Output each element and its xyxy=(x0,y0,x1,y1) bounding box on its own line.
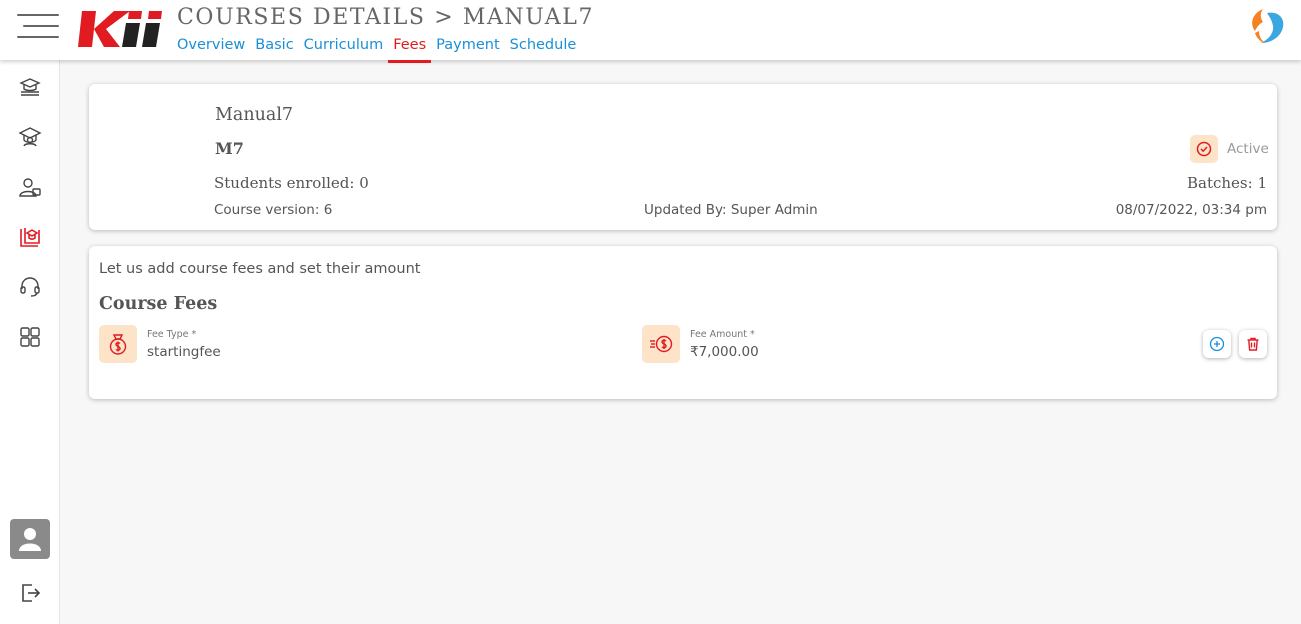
status-badge: Active xyxy=(1227,141,1269,157)
course-library-icon[interactable] xyxy=(18,225,42,249)
delete-fee-button[interactable] xyxy=(1239,330,1267,358)
fees-intro-text: Let us add course fees and set their amo… xyxy=(99,261,421,277)
tab-payment[interactable]: Payment xyxy=(431,36,504,60)
kii-logo[interactable] xyxy=(76,9,164,49)
course-code: M7 xyxy=(215,139,244,158)
dashboard-grid-icon[interactable] xyxy=(18,325,42,349)
tab-schedule[interactable]: Schedule xyxy=(505,36,582,60)
tab-overview[interactable]: Overview xyxy=(172,36,250,60)
top-header: COURSES DETAILS > MANUAL7 Overview Basic… xyxy=(0,0,1301,63)
plus-circle-icon xyxy=(1209,336,1225,352)
students-enrolled: Students enrolled: 0 xyxy=(214,174,369,192)
course-version: Course version: 6 xyxy=(214,202,333,218)
brand-swirl-icon xyxy=(1252,9,1284,43)
tab-curriculum[interactable]: Curriculum xyxy=(299,36,389,60)
course-name: Manual7 xyxy=(215,105,294,125)
graduate-icon[interactable] xyxy=(18,125,42,149)
course-fees-card: Let us add course fees and set their amo… xyxy=(89,246,1277,399)
course-summary-card: Manual7 M7 Students enrolled: 0 Course v… xyxy=(89,84,1277,230)
fee-amount-label: Fee Amount * xyxy=(690,329,755,340)
menu-toggle-icon[interactable] xyxy=(17,13,59,39)
fee-amount-coin-icon xyxy=(642,325,680,363)
headset-icon[interactable] xyxy=(18,275,42,299)
course-fees-title: Course Fees xyxy=(99,294,218,314)
course-tabs: Overview Basic Curriculum Fees Payment S… xyxy=(172,36,582,63)
user-avatar[interactable] xyxy=(10,519,50,559)
fee-amount-field[interactable]: ₹7,000.00 xyxy=(690,344,759,360)
status-check-icon xyxy=(1190,135,1218,163)
updated-date: 08/07/2022, 03:34 pm xyxy=(1115,202,1267,218)
user-avatar-icon xyxy=(19,528,41,551)
add-fee-button[interactable] xyxy=(1203,330,1231,358)
user-badge-icon[interactable] xyxy=(18,175,42,199)
courses-stack-icon[interactable] xyxy=(18,75,42,99)
tab-basic[interactable]: Basic xyxy=(250,36,298,60)
fee-type-label: Fee Type * xyxy=(147,329,197,340)
updated-by: Updated By: Super Admin xyxy=(644,202,818,218)
logout-icon[interactable] xyxy=(18,581,42,605)
batches-count: Batches: 1 xyxy=(1187,174,1267,192)
left-sidebar xyxy=(0,60,60,624)
fee-type-money-bag-icon xyxy=(99,325,137,363)
tab-fees[interactable]: Fees xyxy=(388,36,432,63)
fee-type-field[interactable]: startingfee xyxy=(147,344,221,360)
page-title: COURSES DETAILS > MANUAL7 xyxy=(177,5,595,30)
trash-icon xyxy=(1247,337,1259,351)
